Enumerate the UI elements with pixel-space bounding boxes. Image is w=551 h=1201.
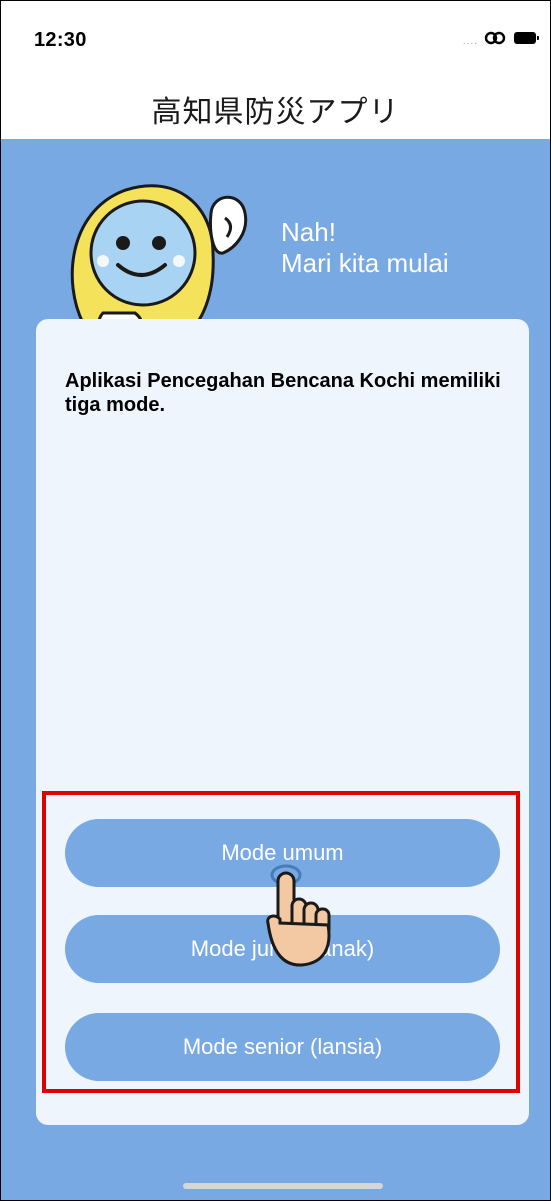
home-indicator[interactable]	[183, 1183, 383, 1189]
phone-screen: 12:30 .... 高知県防災アプリ Nah! Mari kita mulai…	[0, 0, 551, 1201]
mode-senior-button[interactable]: Mode senior (lansia)	[65, 1013, 500, 1081]
status-time: 12:30	[34, 29, 87, 51]
signal-dots-icon: ....	[462, 36, 478, 47]
mode-card: Aplikasi Pencegahan Bencana Kochi memili…	[36, 319, 529, 1125]
card-description: Aplikasi Pencegahan Bencana Kochi memili…	[65, 370, 501, 416]
status-bar: 12:30 ....	[1, 1, 550, 79]
battery-icon	[514, 32, 539, 44]
app-title: 高知県防災アプリ	[151, 95, 400, 130]
greeting-line-1: Nah!	[281, 217, 336, 247]
link-icon	[484, 31, 506, 45]
mascot-illustration	[70, 184, 248, 343]
mode-general-button[interactable]: Mode umum	[65, 819, 500, 887]
greeting-text: Nah! Mari kita mulai	[281, 217, 449, 279]
status-icons: ....	[462, 29, 539, 47]
greeting-line-2: Mari kita mulai	[281, 248, 449, 278]
main-content: Nah! Mari kita mulai Aplikasi Pencegahan…	[1, 139, 550, 1200]
mode-junior-button[interactable]: Mode junior (anak)	[65, 915, 500, 983]
app-header: 高知県防災アプリ	[1, 79, 550, 139]
